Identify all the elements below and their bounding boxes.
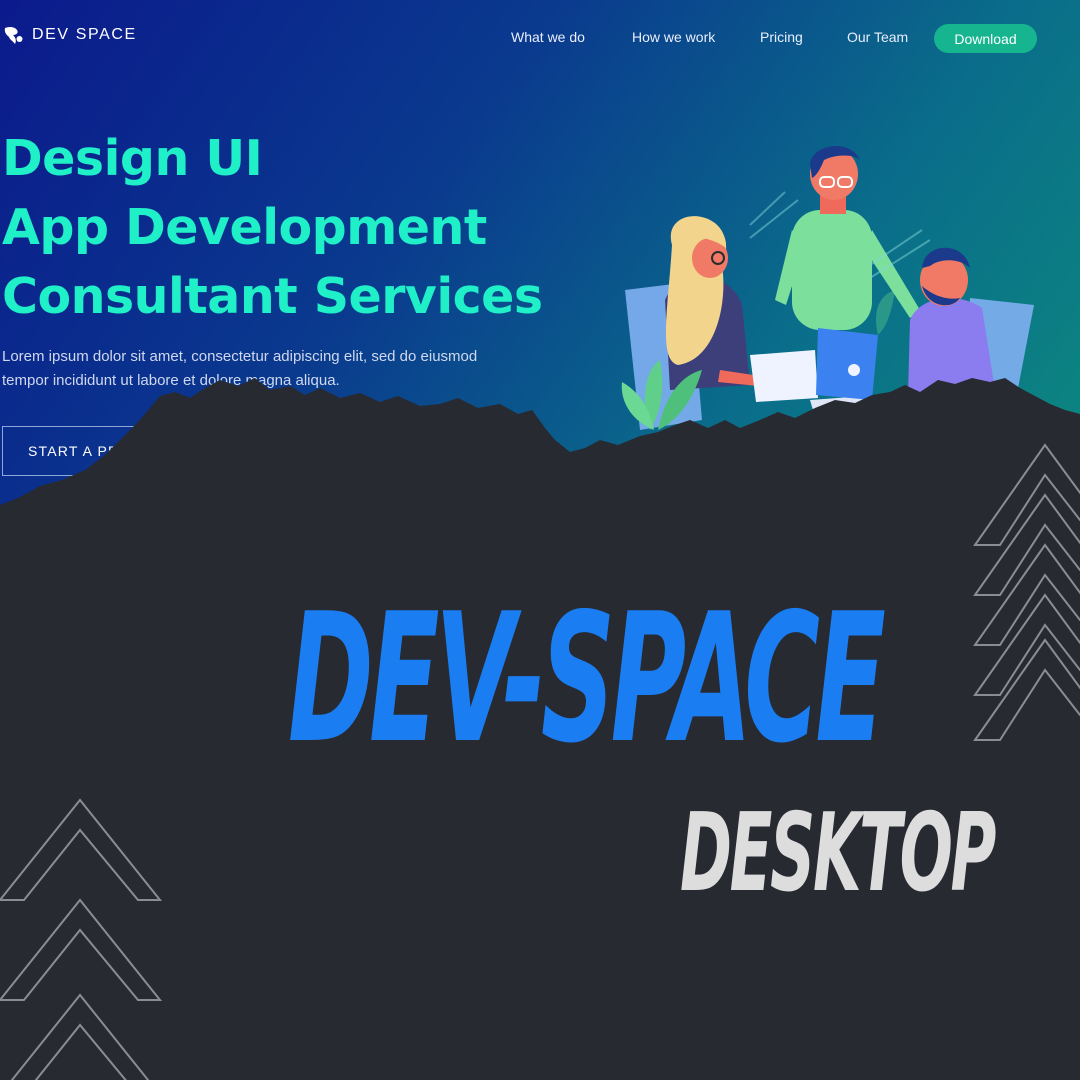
- overlay-subtitle: DESKTOP: [680, 791, 996, 916]
- overlay-title: DEV-SPACE: [288, 575, 886, 782]
- banner-frame: DEV SPACE What we do How we work Pricing…: [0, 0, 1080, 1080]
- chevron-stack-right: [973, 443, 1080, 741]
- chevron-stack-left: [0, 798, 163, 1080]
